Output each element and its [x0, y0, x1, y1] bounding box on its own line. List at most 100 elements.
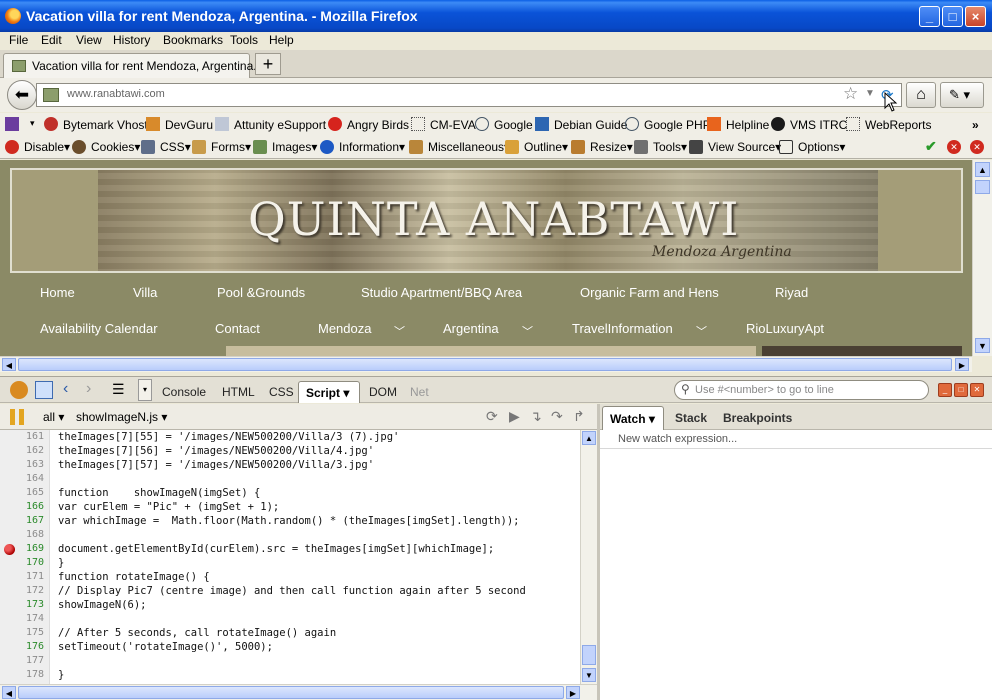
line-number-gutter[interactable]: 161 162 163 164 165 166 167 168 169 170 171 172 173 1…: [0, 430, 50, 685]
webdev-options[interactable]: Options▾: [798, 140, 845, 154]
detach-firebug-icon[interactable]: □: [954, 383, 968, 397]
filter-select[interactable]: all ▾: [43, 410, 64, 424]
webdev-tools[interactable]: Tools▾: [653, 140, 687, 154]
close-window-button[interactable]: ×: [965, 6, 986, 27]
maximize-button[interactable]: □: [942, 6, 963, 27]
nav-mendoza[interactable]: Mendoza: [318, 321, 371, 336]
code-horizontal-scrollbar[interactable]: ◀ ▶: [0, 684, 597, 700]
webdev-images[interactable]: Images▾: [272, 140, 317, 154]
addon-menu-button[interactable]: ✎ ▾: [940, 82, 984, 108]
url-text[interactable]: www.ranabtawi.com: [67, 88, 165, 100]
scroll-thumb[interactable]: [18, 686, 564, 699]
nav-contact[interactable]: Contact: [215, 321, 260, 336]
nav-studio-apartment[interactable]: Studio Apartment/BBQ Area: [361, 285, 522, 300]
chevron-down-icon[interactable]: ﹀: [696, 323, 707, 339]
menu-help[interactable]: Help: [269, 33, 294, 47]
scroll-thumb[interactable]: [582, 645, 596, 665]
webdev-resize[interactable]: Resize▾: [590, 140, 633, 154]
scroll-thumb[interactable]: [975, 180, 990, 194]
webdev-information[interactable]: Information▾: [339, 140, 405, 154]
webdev-outline[interactable]: Outline▾: [524, 140, 568, 154]
line-number[interactable]: 178: [0, 669, 44, 680]
line-number[interactable]: 174: [0, 613, 44, 624]
home-button[interactable]: ⌂: [906, 82, 936, 108]
history-dropdown-icon[interactable]: ▼: [865, 88, 875, 99]
rerun-icon[interactable]: ⟳: [486, 408, 498, 425]
scroll-thumb[interactable]: [18, 358, 952, 371]
bookmarks-overflow-icon[interactable]: »: [972, 118, 979, 132]
menu-history[interactable]: History: [113, 33, 150, 47]
tab-breakpoints[interactable]: Breakpoints: [723, 411, 792, 425]
line-number[interactable]: 163: [0, 459, 44, 470]
firebug-icon[interactable]: [10, 381, 28, 399]
menu-bookmarks[interactable]: Bookmarks: [163, 33, 223, 47]
line-number[interactable]: 172: [0, 585, 44, 596]
menu-edit[interactable]: Edit: [41, 33, 62, 47]
line-number[interactable]: 161: [0, 431, 44, 442]
menu-tools[interactable]: Tools: [230, 33, 258, 47]
bookmark-star-icon[interactable]: ☆: [843, 84, 858, 104]
line-number[interactable]: 164: [0, 473, 44, 484]
tab-net[interactable]: Net: [410, 385, 429, 399]
line-number[interactable]: 168: [0, 529, 44, 540]
nav-pool-grounds[interactable]: Pool &Grounds: [217, 285, 305, 300]
scroll-down-icon[interactable]: ▼: [975, 338, 990, 353]
close-toolbar-icon[interactable]: ✕: [970, 140, 984, 154]
step-out-icon[interactable]: ↱: [573, 408, 585, 425]
line-number[interactable]: 165: [0, 487, 44, 498]
webdev-cookies[interactable]: Cookies▾: [91, 140, 140, 154]
check-icon[interactable]: ✔: [925, 138, 937, 155]
bookmark-google[interactable]: Google: [494, 118, 533, 132]
chevron-down-icon[interactable]: ﹀: [522, 323, 533, 339]
line-number[interactable]: 175: [0, 627, 44, 638]
menu-file[interactable]: File: [9, 33, 28, 47]
step-into-icon[interactable]: ↴: [530, 408, 542, 425]
bookmark-attunity[interactable]: Attunity eSupport: [234, 118, 326, 132]
nav-home[interactable]: Home: [40, 285, 75, 300]
script-source-view[interactable]: 161 162 163 164 165 166 167 168 169 170 171 172 173 1…: [0, 430, 580, 685]
nav-villa[interactable]: Villa: [133, 285, 157, 300]
minimize-button[interactable]: _: [919, 6, 940, 27]
page-horizontal-scrollbar[interactable]: ◀ ▶: [0, 356, 972, 372]
bookmarks-chevron-icon[interactable]: ▾: [30, 118, 35, 129]
nav-riyad[interactable]: Riyad: [775, 285, 808, 300]
minimize-firebug-icon[interactable]: _: [938, 383, 952, 397]
page-vertical-scrollbar[interactable]: ▲ ▼: [972, 160, 992, 356]
list-icon[interactable]: ☰: [112, 381, 125, 398]
nav-rio-luxury-apt[interactable]: RioLuxuryApt: [746, 321, 824, 336]
tab-html[interactable]: HTML: [222, 385, 255, 399]
line-number[interactable]: 171: [0, 571, 44, 582]
bookmark-devguru[interactable]: DevGuru: [165, 118, 213, 132]
breakpoint-icon[interactable]: [4, 544, 15, 555]
tab-stack[interactable]: Stack: [675, 411, 707, 425]
scroll-up-icon[interactable]: ▲: [975, 162, 990, 177]
new-watch-expression[interactable]: New watch expression...: [618, 433, 737, 445]
error-icon[interactable]: ✕: [947, 140, 961, 154]
firebug-search-input[interactable]: ⚲ Use #<number> to go to line: [674, 380, 929, 400]
tab-dom[interactable]: DOM: [369, 385, 397, 399]
script-file-select[interactable]: showImageN.js ▾: [76, 410, 167, 424]
line-number[interactable]: 176: [0, 641, 44, 652]
line-number[interactable]: 162: [0, 445, 44, 456]
webdev-css[interactable]: CSS▾: [160, 140, 191, 154]
line-number[interactable]: 177: [0, 655, 44, 666]
bookmark-webreports[interactable]: WebReports: [865, 118, 931, 132]
code-vertical-scrollbar[interactable]: ▲ ▼: [580, 430, 597, 685]
firebug-menu-icon[interactable]: [5, 117, 19, 131]
back-arrow-icon[interactable]: ‹: [63, 380, 68, 398]
new-tab-button[interactable]: +: [255, 53, 281, 75]
scroll-right-icon[interactable]: ▶: [566, 686, 580, 699]
panel-dropdown-button[interactable]: ▾: [138, 379, 152, 401]
webdev-disable[interactable]: Disable▾: [24, 140, 70, 154]
line-number[interactable]: 170: [0, 557, 44, 568]
webdev-view-source[interactable]: View Source▾: [708, 140, 781, 154]
scroll-left-icon[interactable]: ◀: [2, 358, 16, 371]
nav-travel-information[interactable]: TravelInformation: [572, 321, 673, 336]
menu-view[interactable]: View: [76, 33, 102, 47]
inspect-icon[interactable]: [35, 381, 53, 399]
scroll-left-icon[interactable]: ◀: [2, 686, 16, 699]
scroll-right-icon[interactable]: ▶: [955, 358, 969, 371]
tab-watch[interactable]: Watch ▾: [602, 406, 664, 430]
tab-console[interactable]: Console: [162, 385, 206, 399]
bookmark-angry-birds[interactable]: Angry Birds: [347, 118, 409, 132]
